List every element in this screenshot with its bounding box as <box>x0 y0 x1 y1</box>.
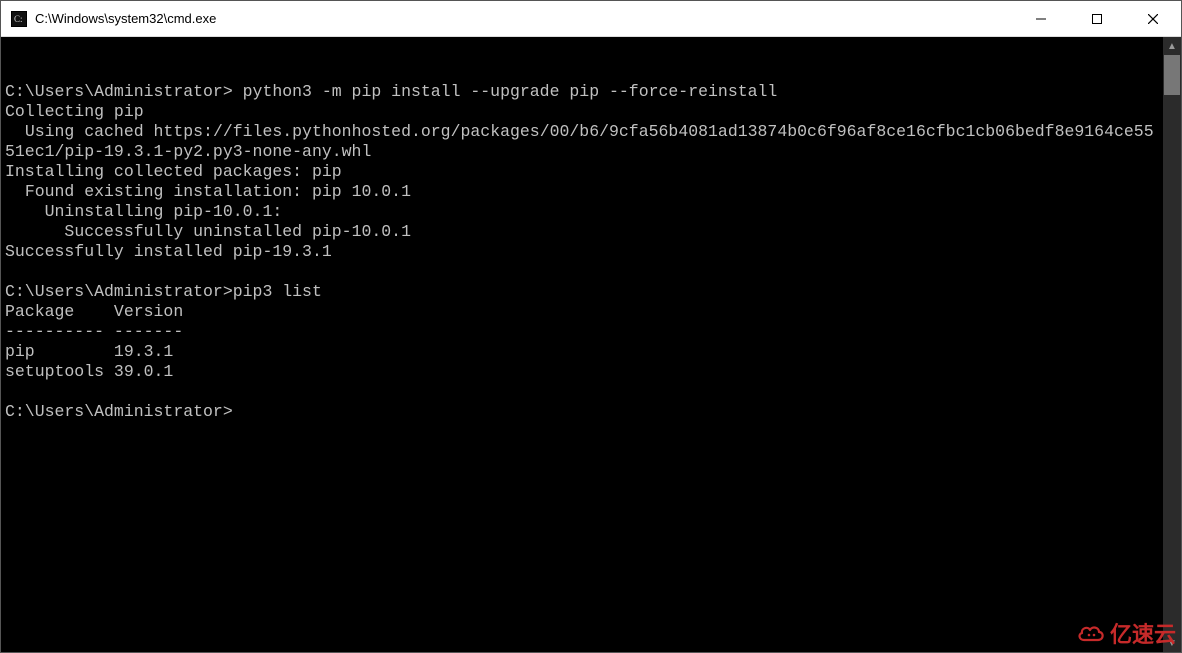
window-controls <box>1013 1 1181 36</box>
titlebar[interactable]: C: C:\Windows\system32\cmd.exe <box>1 1 1181 37</box>
cmd-window: C: C:\Windows\system32\cmd.exe C:\Users\… <box>0 0 1182 653</box>
terminal-area: C:\Users\Administrator> python3 -m pip i… <box>1 37 1181 652</box>
terminal-output[interactable]: C:\Users\Administrator> python3 -m pip i… <box>1 54 1163 636</box>
maximize-button[interactable] <box>1069 1 1125 36</box>
scroll-up-arrow[interactable]: ▲ <box>1163 37 1181 55</box>
window-title: C:\Windows\system32\cmd.exe <box>35 11 1013 26</box>
svg-text:C:: C: <box>14 14 23 24</box>
vertical-scrollbar[interactable]: ▲ ▼ <box>1163 37 1181 652</box>
close-button[interactable] <box>1125 1 1181 36</box>
scrollbar-thumb[interactable] <box>1164 55 1180 95</box>
minimize-button[interactable] <box>1013 1 1069 36</box>
scroll-down-arrow[interactable]: ▼ <box>1163 634 1181 652</box>
cmd-icon: C: <box>11 11 27 27</box>
